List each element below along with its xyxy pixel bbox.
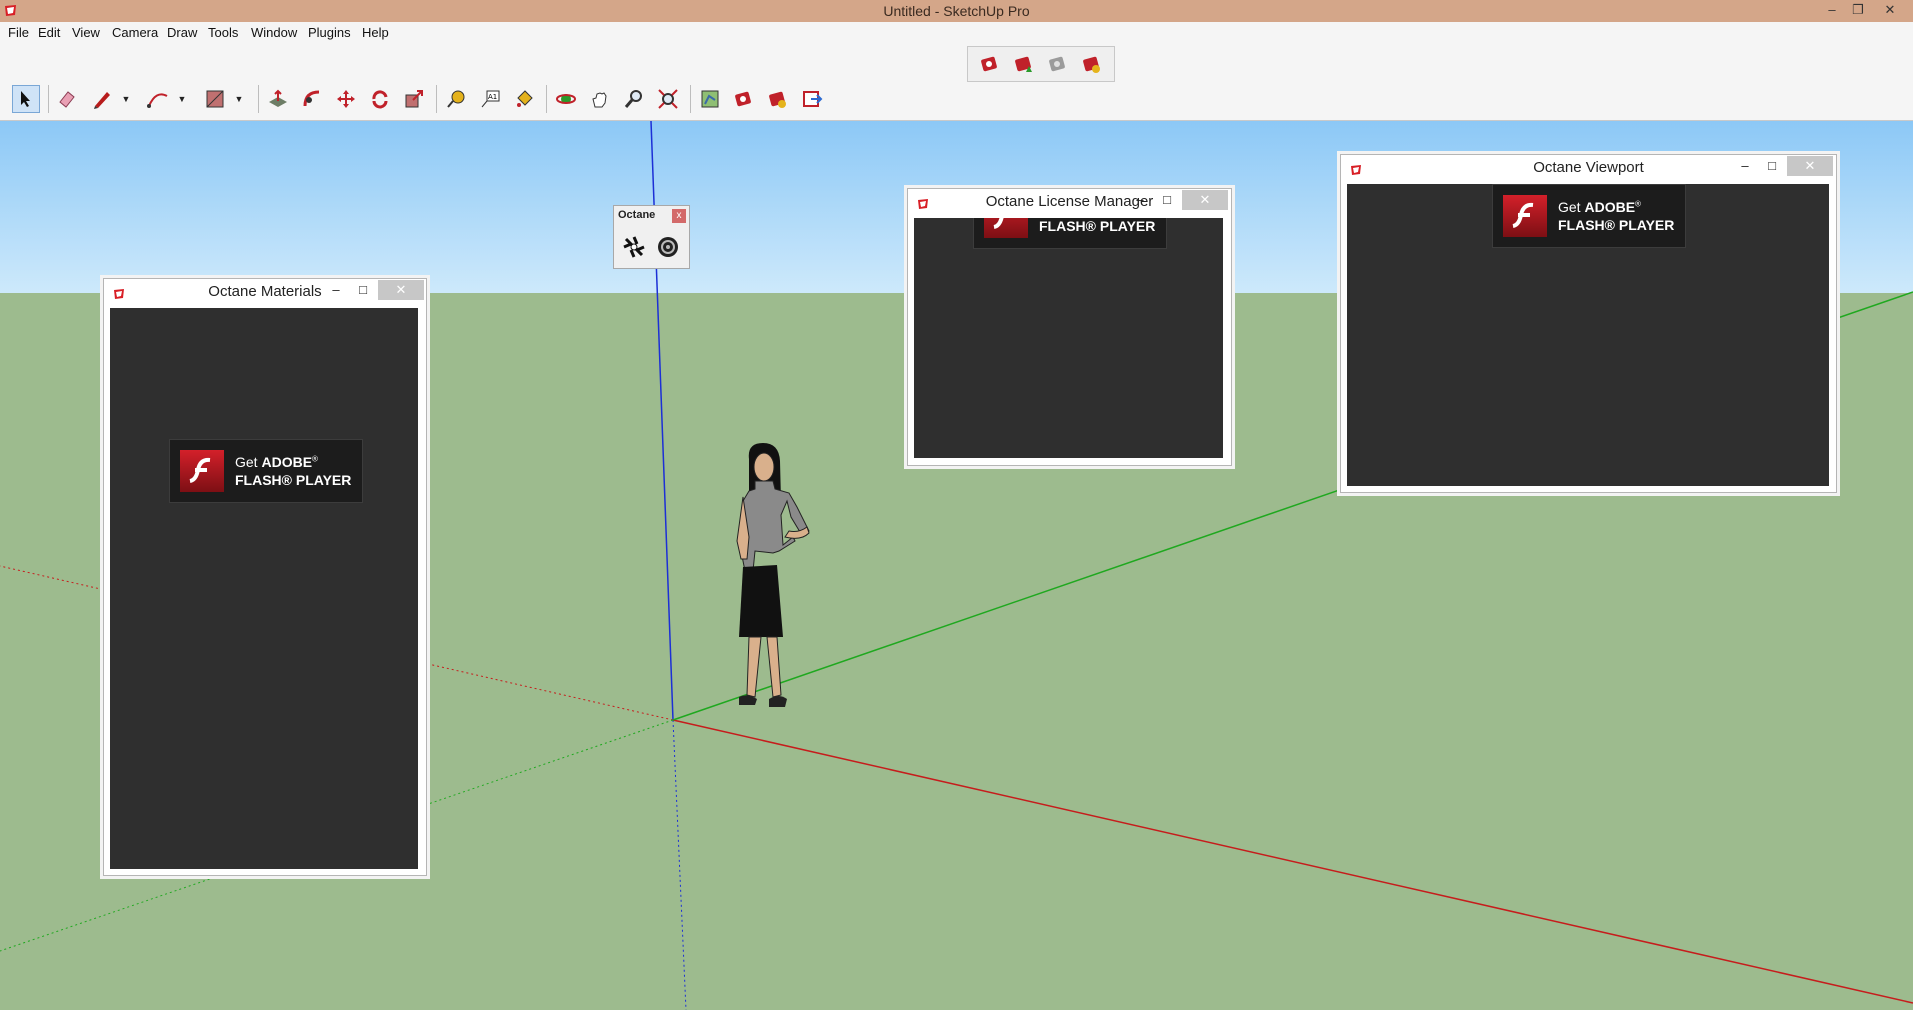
flash-player-text: FLASH® PLAYER	[1039, 218, 1156, 234]
dialog-close-button[interactable]: ✕	[1182, 190, 1228, 210]
flash-player-text: FLASH® PLAYER	[1558, 217, 1675, 233]
shutter-icon[interactable]	[654, 233, 682, 261]
rectangle-dropdown-icon[interactable]: ▼	[234, 85, 244, 113]
pan-tool-icon[interactable]	[586, 85, 614, 113]
menu-tools[interactable]: Tools	[208, 25, 238, 40]
flash-reg-mark: ®	[1635, 199, 1641, 209]
octane-materials-tool-icon[interactable]	[764, 85, 792, 113]
menu-window[interactable]: Window	[251, 25, 297, 40]
minimize-button[interactable]: ‒	[1820, 1, 1844, 19]
orbit-tool-icon[interactable]	[552, 85, 580, 113]
svg-text:A1: A1	[488, 93, 497, 101]
flash-adobe-text: ADOBE	[1584, 199, 1636, 215]
previous-view-tool-icon[interactable]	[696, 85, 724, 113]
octane-license-manager-dialog: Octane License Manager ‒ □ ✕ Get ADOBE® …	[907, 188, 1232, 466]
dialog-minimize-button[interactable]: ‒	[1735, 158, 1755, 173]
push-pull-tool-icon[interactable]	[264, 85, 292, 113]
paint-bucket-tool-icon[interactable]	[510, 85, 538, 113]
octane-upload-icon[interactable]	[1010, 50, 1038, 78]
menu-bar: File Edit View Camera Draw Tools Window …	[0, 22, 1913, 44]
window-title: Untitled - SketchUp Pro	[883, 3, 1030, 19]
octane-palette-close-button[interactable]: x	[672, 209, 686, 223]
menu-help[interactable]: Help	[362, 25, 389, 40]
flash-logo-icon	[984, 218, 1028, 238]
text-tool-icon[interactable]: A1	[476, 85, 504, 113]
zoom-tool-icon[interactable]	[620, 85, 648, 113]
dialog-content: Get ADOBE® FLASH® PLAYER	[110, 308, 418, 869]
menu-plugins[interactable]: Plugins	[308, 25, 351, 40]
tape-measure-tool-icon[interactable]	[442, 85, 470, 113]
rotate-tool-icon[interactable]	[366, 85, 394, 113]
zoom-extents-tool-icon[interactable]	[654, 85, 682, 113]
flash-reg-mark: ®	[312, 454, 318, 464]
rectangle-tool-icon[interactable]	[201, 85, 229, 113]
dialog-minimize-button[interactable]: ‒	[1130, 192, 1150, 207]
person-figure[interactable]	[725, 441, 825, 721]
dialog-minimize-button[interactable]: ‒	[326, 282, 346, 297]
octane-export-tool-icon[interactable]	[798, 85, 826, 113]
dialog-content: Get ADOBE® FLASH® PLAYER	[1347, 184, 1829, 486]
menu-file[interactable]: File	[8, 25, 29, 40]
flash-player-text: FLASH® PLAYER	[235, 472, 352, 488]
octane-palette: Octane x	[613, 205, 690, 269]
octane-palette-title: Octane	[618, 209, 656, 221]
select-tool-icon[interactable]	[12, 85, 40, 113]
dialog-maximize-button[interactable]: □	[353, 282, 373, 297]
octane-materials-dialog: Octane Materials ‒ □ ✕ Get ADOBE® FLASH®…	[103, 278, 427, 876]
octane-render-tool-icon[interactable]	[730, 85, 758, 113]
menu-draw[interactable]: Draw	[167, 25, 197, 40]
title-bar: Untitled - SketchUp Pro ‒ ❐ ✕	[0, 0, 1913, 22]
menu-edit[interactable]: Edit	[38, 25, 60, 40]
get-flash-player-button[interactable]: Get ADOBE® FLASH® PLAYER	[1492, 184, 1686, 248]
octane-settings-icon[interactable]	[1078, 50, 1106, 78]
arc-dropdown-icon[interactable]: ▼	[177, 85, 187, 113]
aperture-icon[interactable]	[620, 233, 648, 261]
flash-logo-icon	[180, 450, 224, 492]
dialog-close-button[interactable]: ✕	[1787, 156, 1833, 176]
follow-me-tool-icon[interactable]	[298, 85, 326, 113]
dialog-maximize-button[interactable]: □	[1157, 192, 1177, 207]
octane-live-icon[interactable]	[976, 50, 1004, 78]
octane-viewport-dialog: Octane Viewport ‒ □ ✕ Get ADOBE® FLASH® …	[1340, 154, 1837, 493]
restore-button[interactable]: ❐	[1846, 1, 1870, 19]
pencil-tool-icon[interactable]	[88, 85, 116, 113]
eraser-tool-icon[interactable]	[53, 85, 81, 113]
flash-adobe-text: ADOBE	[261, 454, 313, 470]
dialog-close-button[interactable]: ✕	[378, 280, 424, 300]
octane-floating-toolbar	[967, 46, 1115, 82]
scale-tool-icon[interactable]	[400, 85, 428, 113]
menu-view[interactable]: View	[72, 25, 100, 40]
pencil-dropdown-icon[interactable]: ▼	[121, 85, 131, 113]
move-tool-icon[interactable]	[332, 85, 360, 113]
flash-get-text: Get	[1558, 199, 1581, 215]
get-flash-player-button[interactable]: Get ADOBE® FLASH® PLAYER	[973, 218, 1167, 249]
flash-get-text: Get	[235, 454, 258, 470]
arc-tool-icon[interactable]	[144, 85, 172, 113]
menu-camera[interactable]: Camera	[112, 25, 158, 40]
flash-logo-icon	[1503, 195, 1547, 237]
get-flash-player-button[interactable]: Get ADOBE® FLASH® PLAYER	[169, 439, 363, 503]
dialog-content: Get ADOBE® FLASH® PLAYER	[914, 218, 1223, 458]
close-button[interactable]: ✕	[1878, 1, 1902, 19]
dialog-maximize-button[interactable]: □	[1762, 158, 1782, 173]
octane-disabled-icon[interactable]	[1044, 50, 1072, 78]
